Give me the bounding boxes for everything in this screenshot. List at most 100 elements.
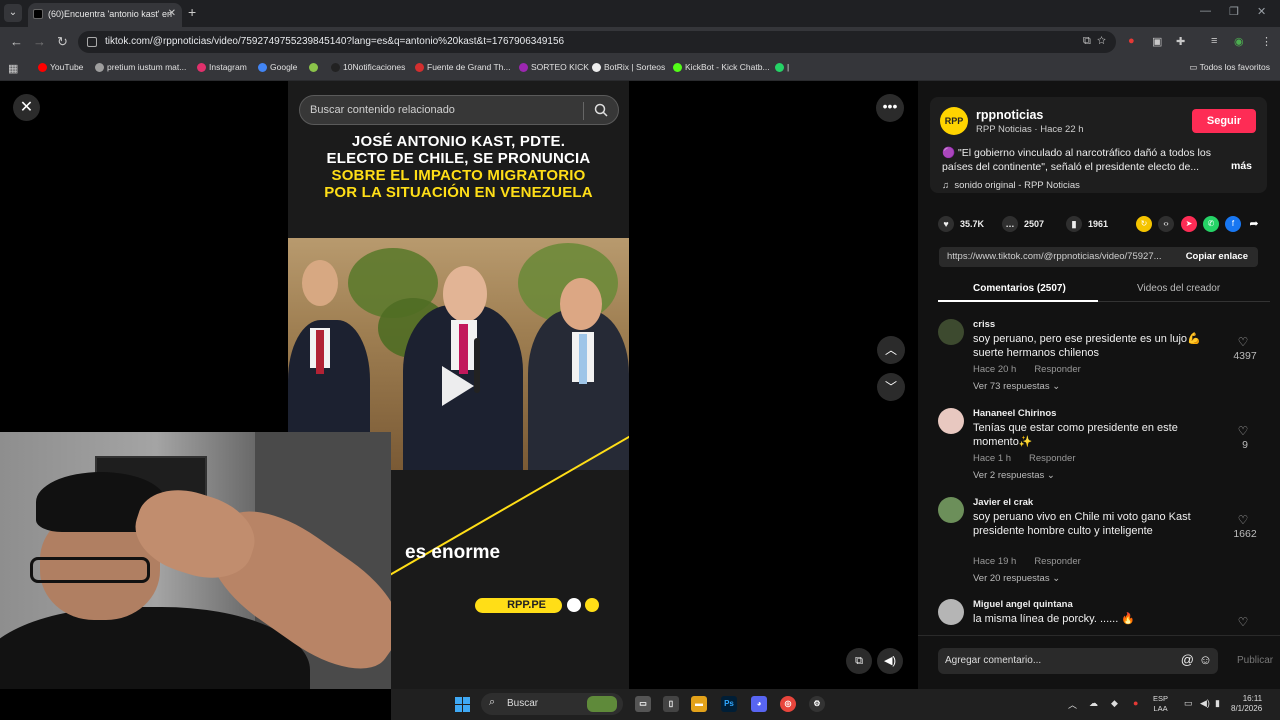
comment-input[interactable]: Agregar comentario... @ ☺ — [938, 648, 1218, 674]
tray-expand-icon[interactable]: ︿ — [1068, 698, 1077, 711]
send-icon[interactable]: ➤ — [1181, 216, 1197, 232]
app-icon[interactable]: ▯ — [663, 696, 679, 712]
floating-player-icon[interactable]: ⧉ — [846, 648, 872, 674]
next-video-button[interactable]: ﹀ — [877, 373, 905, 401]
view-replies-button[interactable]: Ver 2 respuestas ⌄ — [973, 470, 1055, 481]
avatar[interactable] — [938, 319, 964, 345]
tab-close-icon[interactable]: ✕ — [168, 3, 176, 25]
forward-icon[interactable]: → — [33, 34, 46, 49]
extension-icon[interactable]: ● — [1128, 35, 1135, 47]
mention-icon[interactable]: @ — [1181, 652, 1194, 667]
volume-icon[interactable]: ◀) — [1200, 698, 1210, 709]
more-options-button[interactable]: ••• — [876, 94, 904, 122]
profile-avatar[interactable]: ◉ — [1234, 35, 1244, 48]
comment-button[interactable]: … 2507 — [1002, 216, 1044, 232]
volume-icon[interactable]: ◀) — [877, 648, 903, 674]
bookmark-item[interactable]: 10Notificaciones — [331, 62, 405, 72]
menu-kebab-icon[interactable]: ⋮ — [1261, 35, 1272, 48]
back-icon[interactable]: ← — [10, 34, 23, 49]
reply-button[interactable]: Responder — [1034, 364, 1080, 375]
maximize-icon[interactable]: ❐ — [1229, 5, 1239, 18]
avatar[interactable] — [938, 497, 964, 523]
avatar[interactable]: RPP — [940, 107, 968, 135]
heart-icon[interactable]: ♡ — [1228, 424, 1258, 438]
bookmark-item[interactable]: SORTEO KICK — [519, 62, 589, 72]
system-clock[interactable]: 16:11 8/1/2026 — [1231, 694, 1262, 714]
publish-button[interactable]: Publicar — [1237, 655, 1273, 666]
reload-icon[interactable]: ↻ — [57, 34, 68, 50]
more-link[interactable]: más — [1231, 160, 1252, 172]
related-search-input[interactable]: Buscar contenido relacionado — [299, 95, 619, 125]
all-favorites-folder[interactable]: ▭ Todos los favoritos — [1189, 62, 1270, 73]
tray-app-icon[interactable]: ◆ — [1111, 698, 1118, 709]
facebook-icon[interactable]: f — [1225, 216, 1241, 232]
sound-link[interactable]: ♫ sonido original - RPP Noticias — [942, 180, 1080, 191]
address-bar[interactable]: tiktok.com/@rppnoticias/video/7592749755… — [78, 31, 1116, 53]
share-link[interactable]: https://www.tiktok.com/@rppnoticias/vide… — [947, 251, 1175, 262]
bookmark-item[interactable]: Google — [258, 62, 297, 72]
network-icon[interactable]: ▭ — [1184, 698, 1193, 709]
close-video-button[interactable]: ✕ — [13, 94, 40, 121]
like-button[interactable]: ♥ 35.7K — [938, 216, 984, 232]
taskbar-search[interactable]: ⌕ Buscar — [481, 693, 623, 715]
search-icon[interactable] — [594, 103, 608, 117]
heart-icon: ♥ — [938, 216, 954, 232]
bookmark-star-icon[interactable]: ⧉ ☆ — [1083, 35, 1106, 48]
discord-icon[interactable]: ◕ — [751, 696, 767, 712]
bookmark-item[interactable]: | — [775, 62, 789, 72]
tab-search-button[interactable]: ⌄ — [4, 4, 22, 22]
heart-icon[interactable]: ♡ — [1228, 335, 1258, 349]
photoshop-icon[interactable]: Ps — [721, 696, 737, 712]
site-info-icon[interactable] — [87, 37, 97, 47]
repost-icon[interactable]: ↻ — [1136, 216, 1152, 232]
extension-icon[interactable]: ▣ — [1152, 35, 1162, 48]
windows-start-icon[interactable] — [455, 697, 470, 712]
battery-icon[interactable]: ▮ — [1215, 698, 1220, 709]
emoji-icon[interactable]: ☺ — [1199, 652, 1212, 667]
window-close-icon[interactable]: ✕ — [1257, 5, 1266, 18]
author-name[interactable]: rppnoticias — [976, 108, 1043, 122]
media-icon[interactable]: ≡ — [1211, 35, 1217, 47]
extensions-puzzle-icon[interactable]: ✚ — [1176, 35, 1185, 48]
share-icon[interactable]: ➦ — [1246, 216, 1262, 232]
whatsapp-icon[interactable]: ✆ — [1203, 216, 1219, 232]
chrome-icon[interactable]: ◎ — [780, 696, 796, 712]
view-replies-button[interactable]: Ver 20 respuestas ⌄ — [973, 573, 1060, 584]
avatar[interactable] — [938, 599, 964, 625]
reply-button[interactable]: Responder — [1034, 556, 1080, 567]
heart-icon[interactable]: ♡ — [1228, 615, 1258, 629]
heart-icon[interactable]: ♡ — [1228, 513, 1258, 527]
file-explorer-icon[interactable]: ▬ — [691, 696, 707, 712]
reply-button[interactable]: Responder — [1029, 453, 1075, 464]
comment-username[interactable]: criss — [973, 319, 995, 330]
language-indicator[interactable]: ESP LAA — [1153, 694, 1168, 714]
save-button[interactable]: ▮ 1961 — [1066, 216, 1108, 232]
url-text[interactable]: tiktok.com/@rppnoticias/video/7592749755… — [105, 36, 564, 47]
avatar[interactable] — [938, 408, 964, 434]
bookmark-item[interactable]: YouTube — [38, 62, 83, 72]
browser-tab-active[interactable]: (60)Encuentra 'antonio kast' en ✕ — [28, 3, 182, 27]
bookmark-item[interactable]: BotRix | Sorteos — [592, 62, 665, 72]
view-replies-button[interactable]: Ver 73 respuestas ⌄ — [973, 381, 1060, 392]
follow-button[interactable]: Seguir — [1192, 109, 1256, 133]
tray-app-icon[interactable]: ☁ — [1089, 698, 1098, 709]
comment-username[interactable]: Miguel angel quintana — [973, 599, 1073, 610]
comment-username[interactable]: Javier el crak — [973, 497, 1033, 508]
previous-video-button[interactable]: ︿ — [877, 336, 905, 364]
embed-icon[interactable]: ‹› — [1158, 216, 1174, 232]
new-tab-icon[interactable]: + — [188, 4, 196, 20]
apps-grid-icon[interactable]: ▦ — [8, 62, 18, 75]
bookmark-item[interactable]: KickBot - Kick Chatb... — [673, 62, 770, 72]
bookmark-item[interactable]: Fuente de Grand Th... — [415, 62, 510, 72]
play-icon[interactable] — [442, 366, 474, 406]
task-view-icon[interactable]: ▭ — [635, 696, 651, 712]
comment-username[interactable]: Hananeel Chirinos — [973, 408, 1056, 419]
bookmark-item[interactable]: pretium iustum mat... — [95, 62, 186, 72]
app-icon[interactable]: ⚙ — [809, 696, 825, 712]
minimize-icon[interactable]: — — [1200, 5, 1211, 17]
bookmark-item[interactable]: Instagram — [197, 62, 247, 72]
microphone-icon[interactable]: ● — [1133, 698, 1138, 708]
tab-comments[interactable]: Comentarios (2507) — [973, 283, 1066, 294]
tab-creator-videos[interactable]: Videos del creador — [1137, 283, 1220, 294]
copy-link-button[interactable]: Copiar enlace — [1186, 251, 1248, 262]
